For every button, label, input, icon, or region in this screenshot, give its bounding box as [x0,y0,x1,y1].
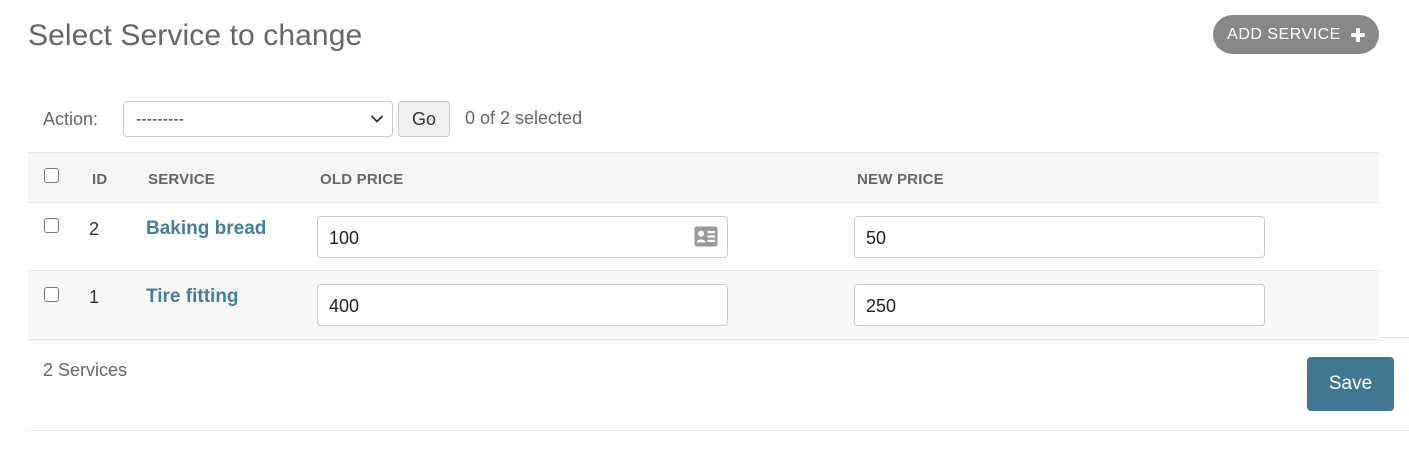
results-table: ID SERVICE OLD PRICE NEW PRICE 2 Baking … [28,152,1379,340]
old-price-input[interactable]: 400 [317,284,728,326]
column-header-new-price[interactable]: NEW PRICE [857,171,944,188]
result-count: 2 Services [43,360,128,380]
chevron-down-icon [371,115,383,123]
action-select[interactable]: --------- [123,101,393,137]
go-button[interactable]: Go [398,101,450,137]
service-link[interactable]: Tire fitting [146,286,239,308]
column-header-old-price[interactable]: OLD PRICE [320,171,403,188]
service-link[interactable]: Baking bread [146,218,266,240]
column-header-id[interactable]: ID [92,171,107,188]
page-title: Select Service to change [28,19,363,52]
table-header: ID SERVICE OLD PRICE NEW PRICE [28,153,1379,203]
add-service-button[interactable]: ADD SERVICE [1213,15,1379,54]
old-price-value: 400 [329,296,360,316]
new-price-value: 50 [866,228,887,248]
old-price-value: 100 [329,228,360,248]
divider [28,430,1409,431]
table-row: 1 Tire fitting 400 250 [28,271,1379,338]
action-label: Action: [43,109,99,129]
action-bar: Action: --------- Go 0 of 2 selected [28,100,1379,138]
add-service-label: ADD SERVICE [1227,25,1341,43]
column-header-service[interactable]: SERVICE [148,171,215,188]
row-select-checkbox[interactable] [44,287,59,302]
row-id: 2 [89,219,100,239]
action-select-value: --------- [136,111,184,128]
select-all-checkbox[interactable] [44,168,59,183]
row-id: 1 [89,287,100,307]
plus-icon [1350,27,1365,42]
old-price-input[interactable]: 100 [317,216,728,258]
table-row: 2 Baking bread 100 50 [28,203,1379,271]
divider [1379,337,1409,338]
new-price-input[interactable]: 50 [854,216,1265,258]
selection-counter: 0 of 2 selected [465,108,583,128]
new-price-value: 250 [866,296,897,316]
new-price-input[interactable]: 250 [854,284,1265,326]
contact-card-icon[interactable] [694,226,718,247]
row-select-checkbox[interactable] [44,218,59,233]
save-button[interactable]: Save [1307,357,1394,411]
